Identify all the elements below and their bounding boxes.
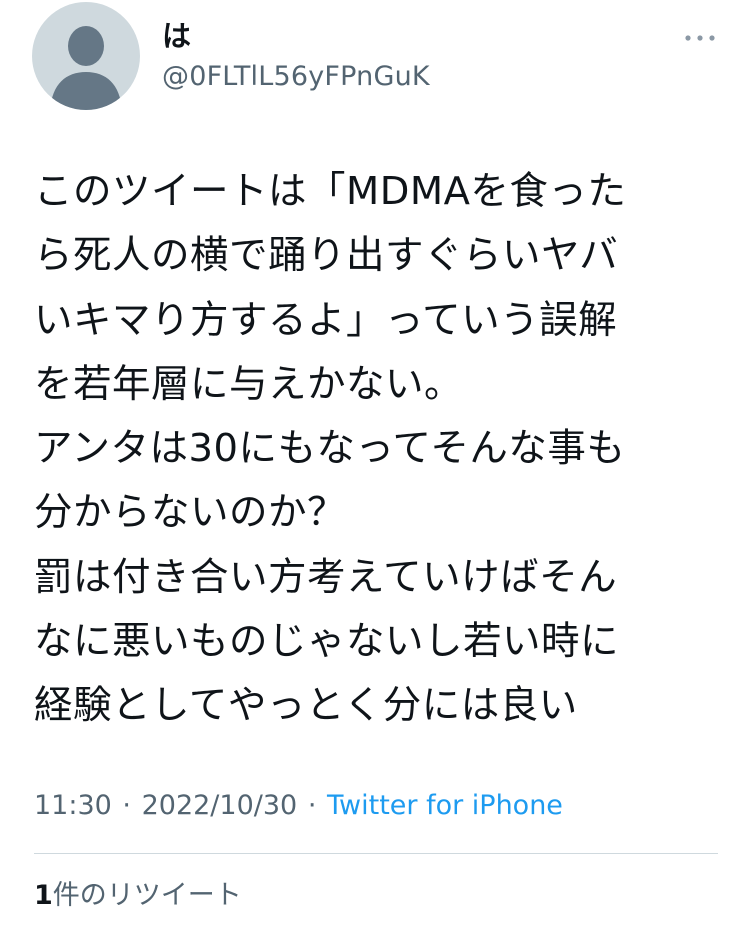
retweet-stats[interactable]: 1件のリツイート (34, 876, 242, 916)
more-horizontal-icon[interactable] (680, 24, 720, 52)
meta-separator: · (307, 790, 317, 821)
divider (34, 853, 718, 854)
avatar[interactable] (32, 2, 140, 110)
tweet-text: このツイートは「MDMAを食った ら死人の横で踊り出すぐらいヤバ いキマり方する… (34, 169, 627, 729)
default-profile-person-icon (50, 26, 122, 110)
author-handle[interactable]: @0FLTlL56yFPnGuK (162, 59, 430, 95)
tweet-meta: 11:30 · 2022/10/30 · Twitter for iPhone (34, 786, 563, 826)
tweet-date[interactable]: 2022/10/30 (142, 790, 298, 821)
tweet-source-link[interactable]: Twitter for iPhone (327, 790, 563, 821)
retweet-label: 件のリツイート (52, 880, 242, 911)
retweet-count: 1 (34, 880, 53, 911)
author-display-name[interactable]: は (162, 18, 191, 54)
meta-separator: · (122, 790, 131, 821)
tweet-time[interactable]: 11:30 (34, 790, 112, 821)
